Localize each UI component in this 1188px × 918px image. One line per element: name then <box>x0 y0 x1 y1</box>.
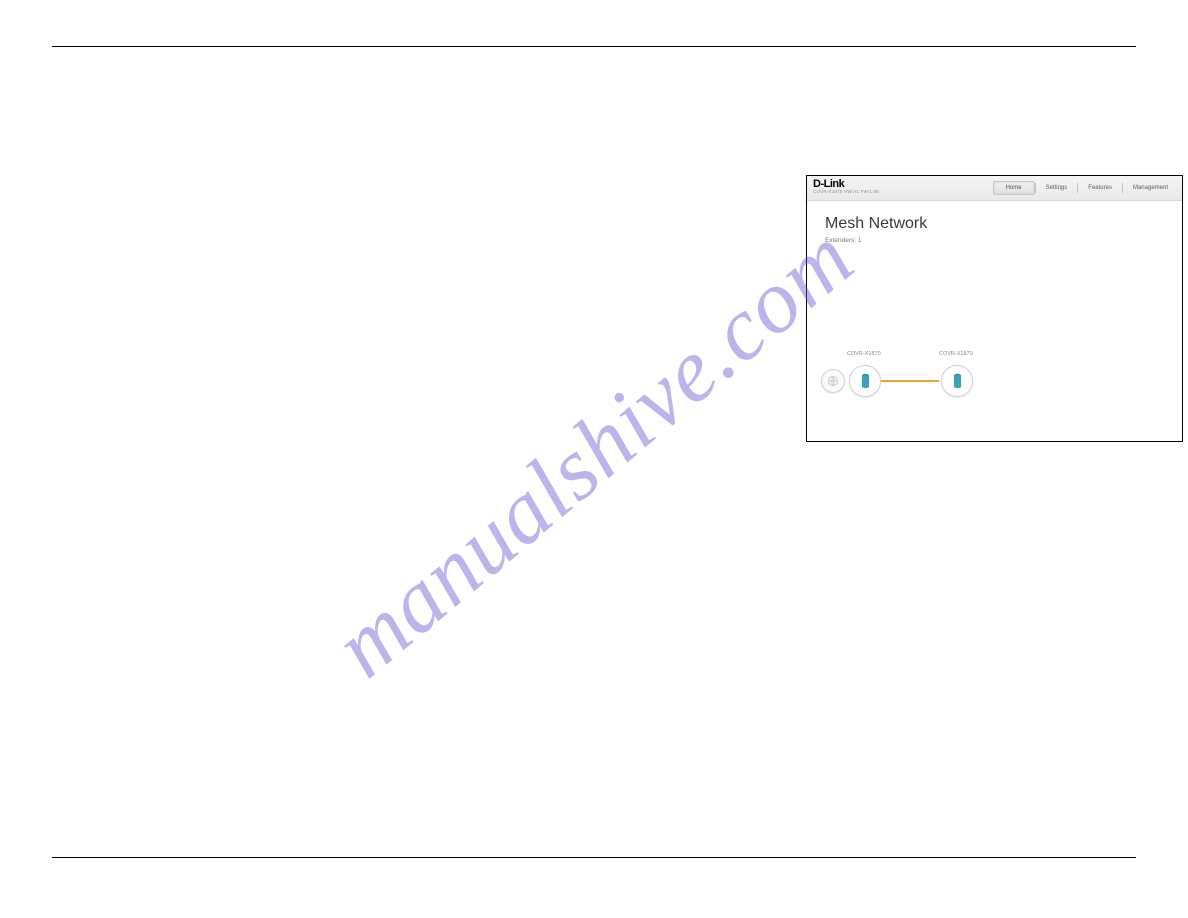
page-title: Mesh Network <box>825 215 1164 233</box>
nav-home[interactable]: Home <box>993 181 1035 195</box>
admin-header: D-Link COVR-X1870 HW:A1 FW:1.06 Home Set… <box>807 176 1182 201</box>
top-nav: Home Settings Features Management <box>993 179 1178 197</box>
nav-settings[interactable]: Settings <box>1036 181 1078 195</box>
extenders-count: Extenders: 1 <box>825 237 1164 244</box>
master-node-label: COVR-X1870 <box>847 351 881 357</box>
admin-body: Mesh Network Extenders: 1 COVR-X1870 <box>807 201 1182 442</box>
master-node[interactable] <box>849 365 881 397</box>
nav-features[interactable]: Features <box>1078 181 1122 195</box>
page-canvas: D-Link COVR-X1870 HW:A1 FW:1.06 Home Set… <box>52 46 1136 858</box>
nav-management[interactable]: Management <box>1123 181 1178 195</box>
watermark-text: manualshive.com <box>315 206 873 698</box>
topology-link <box>881 380 939 382</box>
router-admin-screenshot: D-Link COVR-X1870 HW:A1 FW:1.06 Home Set… <box>806 175 1183 442</box>
extender-node[interactable] <box>941 365 973 397</box>
mesh-topology: COVR-X1870 COVR-X1870 <box>819 349 1170 409</box>
brand-model-firmware: COVR-X1870 HW:A1 FW:1.06 <box>813 189 879 194</box>
internet-globe-icon[interactable] <box>821 369 845 393</box>
extender-node-label: COVR-X1870 <box>939 351 973 357</box>
